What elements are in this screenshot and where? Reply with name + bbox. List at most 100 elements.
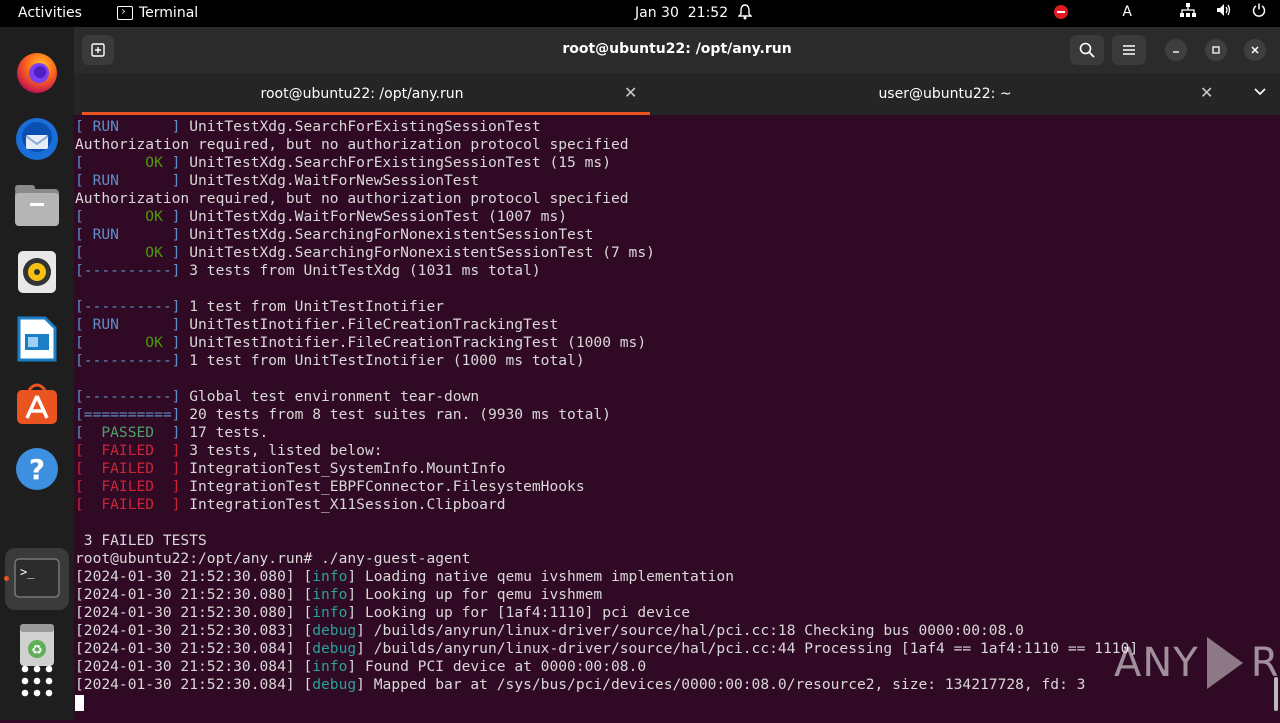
terminal-line: [2024-01-30 21:52:30.084] [debug] /build… (74, 640, 1270, 658)
activities-button[interactable]: Activities (18, 5, 82, 21)
close-tab-icon[interactable]: ✕ (1200, 83, 1213, 102)
terminal-line: [ RUN ] UnitTestXdg.SearchingForNonexist… (74, 226, 1270, 244)
terminal-text: Authorization required, but no authoriza… (75, 136, 629, 153)
tab-user[interactable]: user@ubuntu22: ~ ✕ (650, 73, 1240, 115)
top-bar: Activities Terminal Jan 30 21:52 A (0, 0, 1280, 27)
search-button[interactable] (1070, 35, 1104, 65)
terminal-text: UnitTestXdg.SearchingForNonexistentSessi… (180, 244, 655, 261)
app-name: Terminal (139, 5, 199, 21)
show-apps-icon[interactable] (13, 657, 61, 705)
terminal-text: info (312, 658, 348, 675)
terminal-line: [2024-01-30 21:52:30.084] [info] Found P… (74, 658, 1270, 676)
terminal-text: ] /builds/anyrun/linux-driver/source/hal… (356, 622, 1024, 639)
terminal-text: 3 tests, listed below: (180, 442, 383, 459)
close-button[interactable] (1244, 39, 1266, 61)
power-icon[interactable] (1252, 3, 1266, 21)
volume-icon[interactable] (1216, 3, 1232, 21)
terminal-line: Authorization required, but no authoriza… (74, 190, 1270, 208)
terminal-line: [ FAILED ] IntegrationTest_EBPFConnector… (74, 478, 1270, 496)
terminal-text: [2024-01-30 21:52:30.084] [ (75, 658, 313, 675)
terminal-text: 17 tests. (180, 424, 269, 441)
anyrun-watermark: ANY RUN (1114, 637, 1280, 689)
help-icon[interactable]: ? (13, 445, 61, 493)
terminal-text: UnitTestInotifier.FileCreationTrackingTe… (180, 316, 559, 333)
terminal-line: [2024-01-30 21:52:30.080] [info] Loading… (74, 568, 1270, 586)
terminal-text: debug (312, 640, 357, 657)
terminal-text: [ RUN ] (75, 172, 181, 189)
terminal-text: info (312, 568, 348, 585)
terminal-text: IntegrationTest_X11Session.Clipboard (180, 496, 506, 513)
clock[interactable]: Jan 30 21:52 (635, 5, 728, 21)
terminal-window: root@ubuntu22: /opt/any.run root@ubuntu2… (74, 27, 1280, 720)
svg-text:♻: ♻ (31, 643, 43, 658)
terminal-line: 3 FAILED TESTS (74, 532, 1270, 550)
tab-label: user@ubuntu22: ~ (878, 86, 1012, 102)
tab-label: root@ubuntu22: /opt/any.run (260, 86, 464, 102)
minimize-button[interactable] (1165, 39, 1187, 61)
terminal-icon (117, 6, 133, 20)
close-tab-icon[interactable]: ✕ (624, 83, 637, 102)
terminal-line: [ FAILED ] 3 tests, listed below: (74, 442, 1270, 460)
app-center-icon[interactable] (13, 379, 61, 427)
app-menu[interactable]: Terminal (117, 5, 198, 21)
network-icon[interactable] (1180, 3, 1196, 21)
terminal-output[interactable]: [ RUN ] UnitTestXdg.SearchForExistingSes… (74, 115, 1270, 723)
terminal-line: [ OK ] UnitTestInotifier.FileCreationTra… (74, 334, 1270, 352)
terminal-line: [ OK ] UnitTestXdg.SearchForExistingSess… (74, 154, 1270, 172)
terminal-line: [==========] 20 tests from 8 test suites… (74, 406, 1270, 424)
terminal-text: [2024-01-30 21:52:30.084] [ (75, 676, 313, 693)
terminal-line: [ FAILED ] IntegrationTest_X11Session.Cl… (74, 496, 1270, 514)
terminal-line: Authorization required, but no authoriza… (74, 136, 1270, 154)
terminal-text: IntegrationTest_EBPFConnector.Filesystem… (180, 478, 585, 495)
writer-icon[interactable] (13, 315, 61, 363)
terminal-line: [ RUN ] UnitTestXdg.SearchForExistingSes… (74, 118, 1270, 136)
terminal-text: ] (162, 154, 181, 171)
recording-icon[interactable] (1054, 5, 1069, 19)
rhythmbox-icon[interactable] (13, 248, 61, 296)
terminal-text: UnitTestXdg.WaitForNewSessionTest (1007 … (180, 208, 568, 225)
clock-time: 21:52 (687, 5, 729, 21)
bell-icon (737, 4, 753, 24)
terminal-text: ] (154, 424, 181, 441)
terminal-text: debug (312, 622, 357, 639)
terminal-text: info (312, 586, 348, 603)
terminal-text: 1 test from UnitTestInotifier (180, 298, 445, 315)
chevron-down-icon[interactable] (1254, 85, 1266, 100)
terminal-text: [2024-01-30 21:52:30.080] [ (75, 586, 313, 603)
firefox-icon[interactable] (13, 48, 61, 96)
terminal-text: UnitTestXdg.SearchForExistingSessionTest… (180, 154, 611, 171)
thunderbird-icon[interactable] (13, 115, 61, 163)
header-bar: root@ubuntu22: /opt/any.run (74, 27, 1280, 73)
files-icon[interactable] (13, 182, 61, 230)
terminal-text: 20 tests from 8 test suites ran. (9930 m… (180, 406, 611, 423)
tab-root[interactable]: root@ubuntu22: /opt/any.run ✕ (74, 73, 650, 115)
terminal-text: info (312, 604, 348, 621)
watermark-right: RUN (1250, 640, 1280, 686)
text-cursor (75, 695, 84, 711)
terminal-text: UnitTestXdg.SearchForExistingSessionTest (180, 118, 541, 135)
terminal-text: [ RUN ] (75, 316, 181, 333)
terminal-text: [ (75, 208, 146, 225)
maximize-button[interactable] (1205, 39, 1227, 61)
terminal-text: [ (75, 244, 146, 261)
keyboard-layout[interactable]: A (1122, 4, 1132, 20)
terminal-text: ] Looking up for [1af4:1110] pci device (347, 604, 691, 621)
terminal-line: [----------] 1 test from UnitTestInotifi… (74, 352, 1270, 370)
menu-button[interactable] (1112, 35, 1146, 65)
play-icon (1206, 637, 1243, 689)
terminal-line: [2024-01-30 21:52:30.084] [debug] Mapped… (74, 676, 1270, 694)
running-indicator (4, 576, 9, 581)
dock: ? >_ ♻ (0, 27, 74, 720)
terminal-text: Authorization required, but no authoriza… (75, 190, 629, 207)
system-tray[interactable]: A (1054, 3, 1266, 21)
terminal-text: ] Looking up for qemu ivshmem (347, 586, 603, 603)
terminal-line: [ RUN ] UnitTestXdg.WaitForNewSessionTes… (74, 172, 1270, 190)
terminal-text: [ RUN ] (75, 226, 181, 243)
terminal-text: ] Found PCI device at 0000:00:08.0 (347, 658, 647, 675)
terminal-text: [----------] (75, 388, 181, 405)
terminal-text: OK (145, 244, 163, 261)
terminal-icon[interactable]: >_ (13, 554, 61, 602)
terminal-text: [2024-01-30 21:52:30.083] [ (75, 622, 313, 639)
terminal-line: [2024-01-30 21:52:30.083] [debug] /build… (74, 622, 1270, 640)
